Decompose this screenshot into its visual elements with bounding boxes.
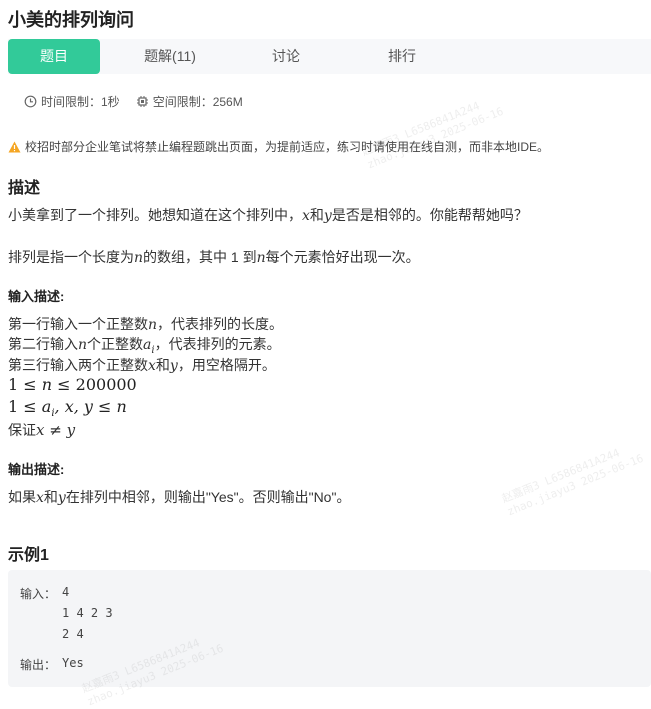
constraint-n: 1 ≤ n ≤ 200000: [8, 375, 137, 394]
warning-icon: [8, 141, 21, 152]
tab-solutions[interactable]: 题解(11): [124, 39, 216, 74]
tab-ranking[interactable]: 排行: [356, 39, 448, 74]
example-box: 输入： 4 1 4 2 3 2 4 输出： Yes: [8, 570, 651, 687]
description-heading: 描述: [8, 180, 41, 197]
problem-title: 小美的排列询问: [8, 10, 134, 30]
watermark: 赵嘉雨3 L6586841A244 zhao.jiayu3 2025-06-16: [500, 446, 646, 519]
space-limit-text: 空间限制：256M: [152, 95, 243, 109]
watermark: 赵嘉雨3 L6586841A244 zhao.jiayu3 2025-06-16: [360, 99, 506, 172]
guarantee-line: 保证x ≠ y: [8, 421, 76, 439]
time-limit: 时间限制：1秒: [24, 93, 120, 110]
example-output-value: Yes: [62, 656, 84, 670]
time-limit-text: 时间限制：1秒: [41, 95, 120, 109]
constraint-values: 1 ≤ ai, x, y ≤ n: [8, 397, 127, 420]
description-line-1: 小美拿到了一个排列。她想知道在这个排列中，x和y是否是相邻的。你能帮帮她吗？: [8, 207, 528, 224]
tab-bar: 题目 题解(11) 讨论 排行: [8, 39, 651, 74]
example-input-line-3: 2 4: [62, 627, 84, 641]
input-desc-line-2: 第二行输入n个正整数ai，代表排列的元素。: [8, 336, 281, 356]
example-input-label: 输入：: [20, 587, 57, 601]
description-line-2: 排列是指一个长度为n的数组，其中 1 到n每个元素恰好出现一次。: [8, 249, 420, 266]
example-input-line-1: 4: [62, 585, 70, 599]
example-output-label: 输出：: [20, 658, 57, 672]
clock-icon: [24, 95, 37, 108]
output-desc-heading: 输出描述:: [8, 462, 65, 477]
tab-problem[interactable]: 题目: [8, 39, 100, 74]
output-desc-line: 如果x和y在排列中相邻，则输出"Yes"。否则输出"No"。: [8, 489, 351, 506]
notice-text: 校招时部分企业笔试将禁止编程题跳出页面，为提前适应，练习时请使用在线自测，而非本…: [25, 140, 550, 154]
tab-discussion[interactable]: 讨论: [240, 39, 332, 74]
notice-banner: 校招时部分企业笔试将禁止编程题跳出页面，为提前适应，练习时请使用在线自测，而非本…: [8, 138, 549, 155]
input-desc-line-3: 第三行输入两个正整数x和y，用空格隔开。: [8, 357, 276, 374]
example-input-line-2: 1 4 2 3: [62, 606, 113, 620]
chip-icon: [136, 96, 148, 107]
input-desc-line-1: 第一行输入一个正整数n，代表排列的长度。: [8, 316, 284, 333]
example-heading: 示例1: [8, 547, 49, 564]
space-limit: 空间限制：256M: [136, 93, 243, 110]
input-desc-heading: 输入描述:: [8, 289, 65, 304]
limits-row: 时间限制：1秒 空间限制：256M: [24, 93, 259, 110]
